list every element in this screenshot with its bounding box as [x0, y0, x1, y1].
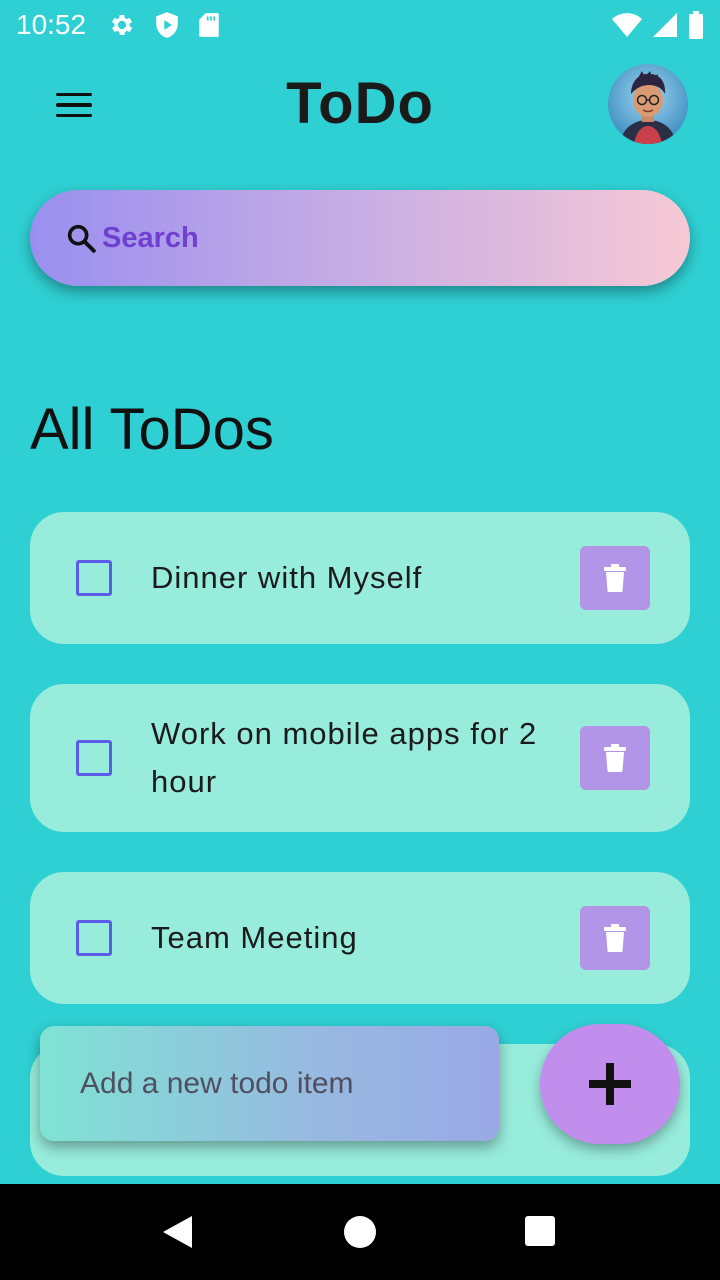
plus-icon [589, 1063, 631, 1105]
back-icon[interactable] [160, 1214, 194, 1250]
recents-icon[interactable] [525, 1216, 555, 1246]
search-icon [67, 224, 96, 253]
sd-card-icon [199, 13, 219, 37]
trash-icon [604, 564, 626, 592]
todo-checkbox[interactable] [76, 740, 112, 776]
todo-checkbox[interactable] [76, 560, 112, 596]
todo-text: Dinner with Myself [151, 560, 423, 595]
wifi-icon [612, 13, 642, 37]
add-todo-input[interactable] [80, 1066, 480, 1101]
status-time: 10:52 [16, 9, 87, 40]
todo-checkbox[interactable] [76, 920, 112, 956]
app-bar: ToDo [0, 56, 720, 156]
todo-text: Work on mobile apps for 2 hour [151, 716, 538, 799]
add-todo-field[interactable] [40, 1026, 499, 1141]
delete-button[interactable] [580, 906, 650, 970]
delete-button[interactable] [580, 546, 650, 610]
status-bar: 10:52 [0, 0, 720, 50]
user-avatar[interactable] [608, 64, 688, 144]
search-input[interactable] [102, 221, 642, 255]
status-left-icons [108, 11, 220, 39]
trash-icon [604, 744, 626, 772]
status-right-icons [612, 11, 704, 39]
todo-text: Team Meeting [151, 920, 358, 955]
gear-icon [112, 14, 133, 36]
todo-item[interactable]: Work on mobile apps for 2 hour [30, 684, 690, 832]
home-icon[interactable] [344, 1216, 376, 1248]
todo-item[interactable]: Team Meeting [30, 872, 690, 1004]
todo-item[interactable]: Dinner with Myself [30, 512, 690, 644]
delete-button[interactable] [580, 726, 650, 790]
battery-icon [689, 11, 703, 39]
add-todo-button[interactable] [540, 1024, 680, 1144]
search-bar[interactable] [30, 190, 690, 286]
shield-play-icon [156, 12, 178, 38]
trash-icon [604, 924, 626, 952]
system-nav-bar [0, 1184, 720, 1280]
section-title: All ToDos [30, 397, 274, 462]
signal-icon [653, 13, 677, 37]
